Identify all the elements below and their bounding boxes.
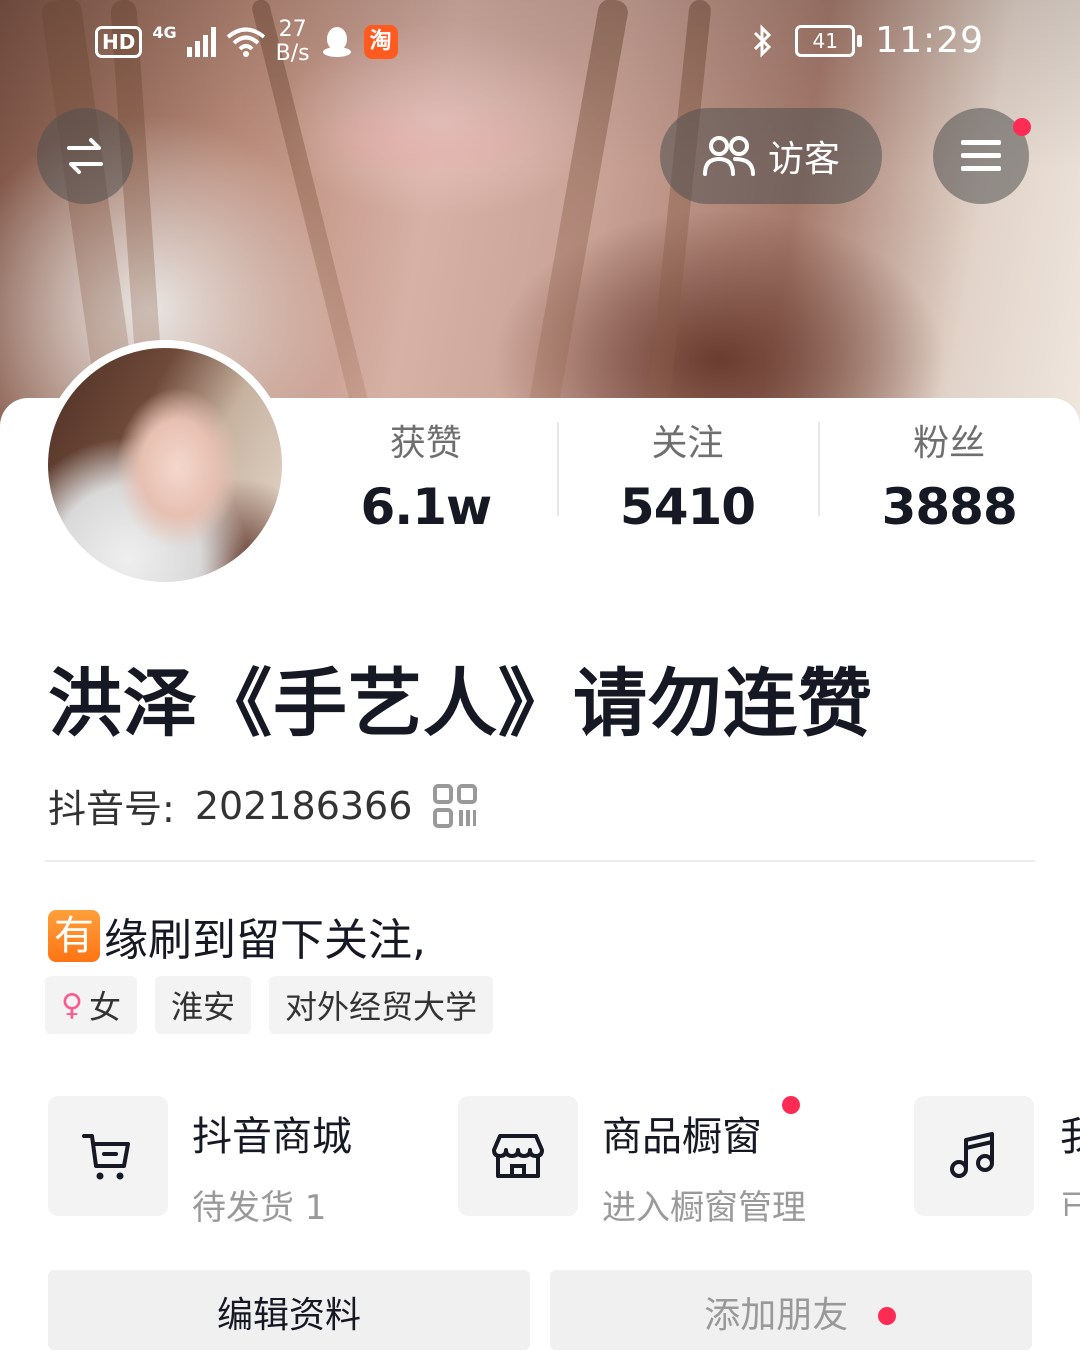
svc-music-title: 我 — [1060, 1104, 1080, 1162]
add-friend-dot — [877, 1307, 896, 1325]
avatar-image — [48, 348, 282, 582]
stat-followers-label: 粉丝 — [913, 423, 986, 464]
services-row: 抖音商城 待发货 1 商品橱窗 进入橱窗管理 我 — [48, 1096, 1080, 1228]
douyin-id-row: 抖音号: 202186366 — [48, 778, 478, 833]
bio-text: 缘刷到留下关注, — [104, 915, 426, 966]
stat-followers-value: 3888 — [881, 478, 1018, 536]
tag-location[interactable]: 淮安 — [155, 976, 252, 1034]
stat-following-label: 关注 — [651, 423, 724, 464]
hd-indicator: HD — [95, 26, 143, 58]
tag-location-label: 淮安 — [171, 988, 236, 1026]
stat-likes-label: 获赞 — [389, 423, 462, 464]
stats-row: 获赞 6.1w 关注 5410 粉丝 3888 — [295, 410, 1080, 536]
network-speed: 27 B/s — [275, 17, 310, 66]
add-friend-button[interactable]: 添加朋友 — [550, 1270, 1032, 1350]
svc-window-tile — [458, 1096, 578, 1216]
shopping-cart-icon — [82, 1134, 130, 1180]
douyin-id-label: 抖音号: — [48, 787, 175, 831]
stat-likes-value: 6.1w — [360, 478, 492, 536]
music-entry[interactable]: 我 已 — [914, 1096, 1080, 1216]
stat-followers[interactable]: 粉丝 3888 — [818, 410, 1080, 536]
signal-icon — [186, 27, 216, 57]
stat-likes[interactable]: 获赞 6.1w — [295, 410, 557, 536]
clock: 11:29 — [875, 20, 984, 61]
taobao-icon: 淘 — [363, 25, 398, 59]
svc-shop-title: 抖音商城 — [192, 1114, 352, 1160]
nickname: 洪泽《手艺人》请勿连赞 — [48, 661, 873, 747]
storefront-icon — [492, 1134, 544, 1178]
swap-arrows-icon — [67, 138, 103, 174]
svc-music-subtitle: 已 — [1060, 1188, 1080, 1216]
network-type: 4G — [152, 22, 177, 42]
svc-shop-tile — [48, 1096, 168, 1216]
qr-code-icon[interactable] — [432, 783, 478, 829]
battery-icon: 41 — [795, 24, 863, 57]
visitors-label: 访客 — [767, 139, 840, 180]
bio-emoji: 有 — [48, 910, 100, 962]
product-window-entry[interactable]: 商品橱窗 进入橱窗管理 — [458, 1096, 806, 1228]
tag-gender-label: 女 — [88, 988, 121, 1026]
tag-school-label: 对外经贸大学 — [285, 988, 478, 1026]
menu-notification-dot — [1013, 118, 1031, 136]
bluetooth-icon — [754, 23, 772, 58]
status-bar: HD 4G 27 B/s 淘 41 11:29 — [0, 0, 1080, 80]
visitors-button[interactable]: 访客 — [660, 108, 882, 204]
action-buttons: 编辑资料 添加朋友 — [48, 1270, 1032, 1350]
stat-following[interactable]: 关注 5410 — [556, 410, 819, 536]
hamburger-menu-icon — [961, 140, 1001, 171]
divider — [45, 860, 1035, 862]
qq-icon — [322, 27, 351, 57]
profile-tags: ♀ 女 淮安 对外经贸大学 — [45, 976, 494, 1034]
add-friend-label: 添加朋友 — [704, 1295, 849, 1336]
switch-account-button[interactable] — [37, 108, 133, 204]
bio: 有 缘刷到留下关注, — [48, 904, 426, 968]
menu-button[interactable] — [933, 108, 1031, 204]
svc-window-subtitle: 进入橱窗管理 — [602, 1188, 806, 1228]
female-icon: ♀ — [61, 987, 83, 1023]
stat-following-value: 5410 — [619, 478, 756, 536]
edit-profile-button[interactable]: 编辑资料 — [48, 1270, 530, 1350]
svc-music-tile — [914, 1096, 1034, 1216]
avatar[interactable] — [40, 340, 290, 590]
svc-shop-subtitle: 待发货 1 — [192, 1188, 327, 1228]
visitors-icon — [702, 136, 755, 176]
douyin-mall-entry[interactable]: 抖音商城 待发货 1 — [48, 1096, 352, 1228]
window-notification-dot — [782, 1096, 800, 1114]
douyin-id[interactable]: 202186366 — [195, 784, 413, 828]
tag-school[interactable]: 对外经贸大学 — [269, 976, 494, 1034]
wifi-icon — [226, 27, 265, 57]
tag-gender: ♀ 女 — [45, 976, 137, 1034]
svc-window-title: 商品橱窗 — [602, 1114, 762, 1160]
music-note-icon — [950, 1132, 994, 1178]
